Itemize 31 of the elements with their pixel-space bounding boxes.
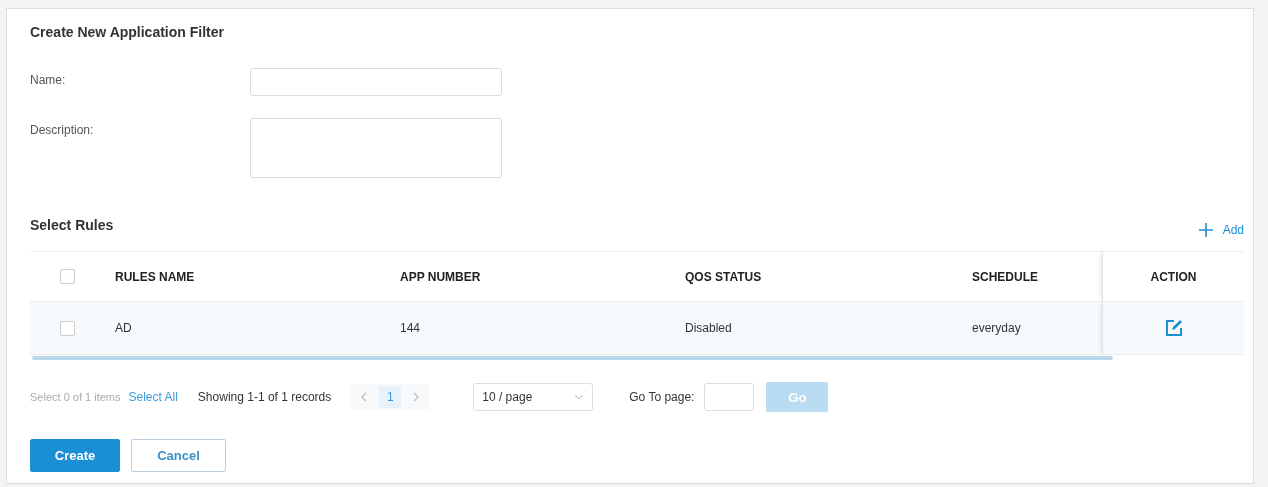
column-header: APP NUMBER: [400, 269, 481, 284]
description-field[interactable]: [250, 118, 502, 178]
page-button[interactable]: 1: [379, 386, 402, 408]
checkbox[interactable]: [60, 320, 75, 336]
scrollbar[interactable]: [32, 356, 1113, 360]
field-label: Name:: [30, 72, 67, 87]
plus-icon: [1198, 223, 1213, 237]
section-title: Select Rules: [30, 217, 114, 233]
checkbox[interactable]: [60, 269, 75, 284]
goto-label: Go To page:: [629, 390, 695, 404]
create-button[interactable]: Create: [30, 439, 120, 472]
form-title: Create New Application Filter: [30, 24, 225, 40]
add-link[interactable]: Add: [1198, 223, 1244, 237]
column-header: ACTION: [1150, 269, 1197, 284]
records-count: Showing 1-1 of 1 records: [197, 390, 332, 404]
field-label: Description:: [30, 122, 95, 137]
table-cell: Disabled: [685, 321, 732, 335]
page-number-field[interactable]: [704, 383, 755, 411]
chevron-down-icon: [574, 394, 585, 400]
column-header: RULES NAME: [115, 269, 195, 284]
table-cell: everyday: [972, 321, 1021, 335]
selection-count: Select 0 of 1 items: [30, 391, 121, 403]
column-header: QOS STATUS: [685, 269, 762, 284]
table-cell: 144: [400, 321, 421, 335]
page-size-dropdown[interactable]: 10 / page: [473, 383, 594, 411]
edit-icon[interactable]: [1164, 319, 1183, 337]
name-field[interactable]: [250, 68, 502, 96]
column-header: SCHEDULE: [972, 269, 1038, 284]
cancel-button[interactable]: Cancel: [131, 439, 226, 472]
table-cell: AD: [115, 321, 132, 335]
select-all-link[interactable]: Select All: [128, 390, 178, 404]
